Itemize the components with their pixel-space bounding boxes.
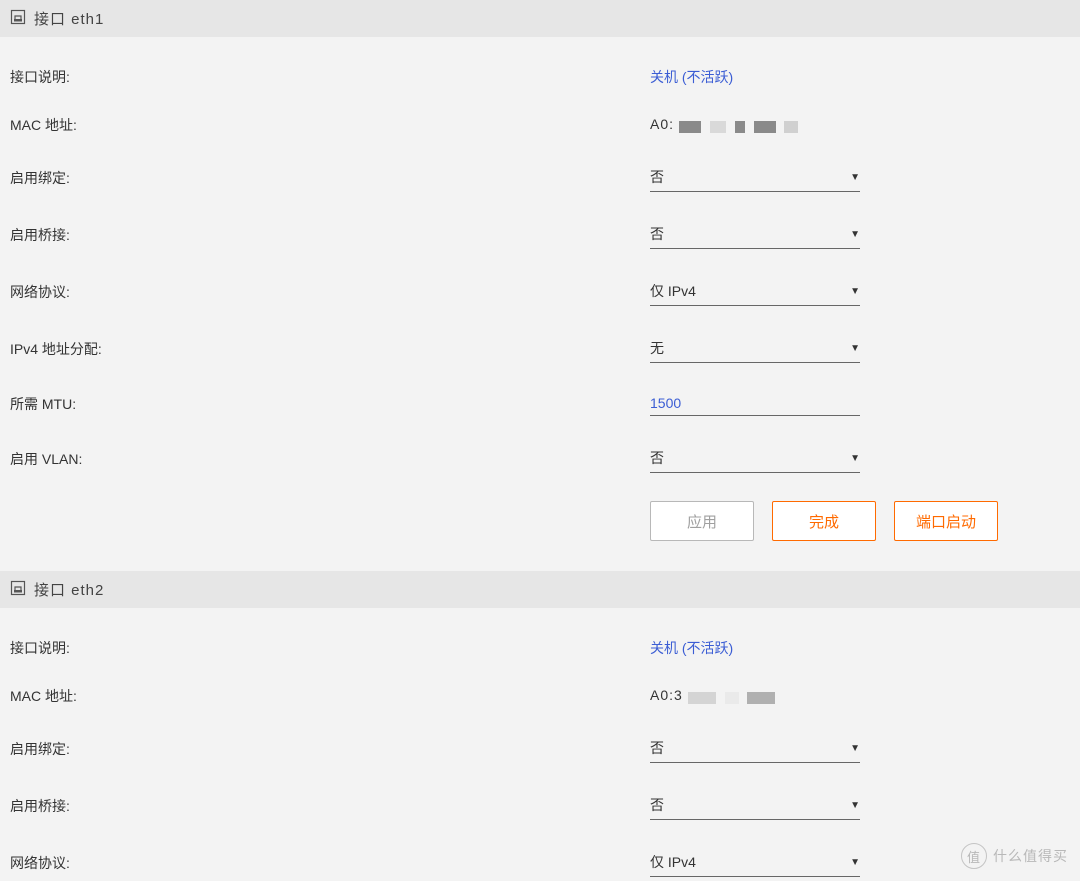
button-row: 应用 完成 端口启动 [10,501,1070,541]
row-bonding: 启用绑定: 否 ▼ [10,163,1070,192]
mac-prefix: A0: [650,116,674,132]
port-up-button[interactable]: 端口启动 [894,501,998,541]
chevron-down-icon: ▼ [850,800,860,811]
label-bridging: 启用桥接: [10,225,650,245]
value-status: 关机 (不活跃) [650,67,860,87]
chevron-down-icon: ▼ [850,743,860,754]
section-header-eth1: 接口 eth1 [0,0,1080,37]
label-status: 接口说明: [10,638,650,658]
label-mac: MAC 地址: [10,686,650,706]
row-mtu: 所需 MTU: [10,391,1070,416]
section-body-eth1: 接口说明: 关机 (不活跃) MAC 地址: A0: 启用绑定: 否 ▼ 启用桥… [0,37,1080,571]
watermark-text: 什么值得买 [993,846,1068,866]
label-bonding: 启用绑定: [10,739,650,759]
select-vlan[interactable]: 否 ▼ [650,444,860,473]
section-body-eth2: 接口说明: 关机 (不活跃) MAC 地址: A0:3 启用绑定: 否 ▼ 启用… [0,608,1080,877]
row-bonding: 启用绑定: 否 ▼ [10,734,1070,763]
chevron-down-icon: ▼ [850,343,860,354]
chevron-down-icon: ▼ [850,453,860,464]
label-mtu: 所需 MTU: [10,394,650,414]
label-mac: MAC 地址: [10,115,650,135]
row-bridging: 启用桥接: 否 ▼ [10,220,1070,249]
row-protocol: 网络协议: 仅 IPv4 ▼ [10,848,1070,877]
select-bridging[interactable]: 否 ▼ [650,220,860,249]
chevron-down-icon: ▼ [850,229,860,240]
row-status: 接口说明: 关机 (不活跃) [10,67,1070,87]
section-title: 接口 eth1 [34,8,104,29]
chevron-down-icon: ▼ [850,857,860,868]
label-vlan: 启用 VLAN: [10,449,650,469]
select-bonding-value: 否 [650,167,664,187]
value-mac: A0:3 [650,687,860,704]
done-button[interactable]: 完成 [772,501,876,541]
select-protocol-value: 仅 IPv4 [650,281,696,301]
select-ipv4assign[interactable]: 无 ▼ [650,334,860,363]
select-protocol[interactable]: 仅 IPv4 ▼ [650,277,860,306]
apply-button: 应用 [650,501,754,541]
select-bonding[interactable]: 否 ▼ [650,163,860,192]
row-vlan: 启用 VLAN: 否 ▼ [10,444,1070,473]
row-ipv4assign: IPv4 地址分配: 无 ▼ [10,334,1070,363]
select-bridging-value: 否 [650,224,664,244]
interface-icon [10,580,26,600]
mac-mask [679,118,803,134]
select-ipv4assign-value: 无 [650,338,664,358]
select-bonding[interactable]: 否 ▼ [650,734,860,763]
row-status: 接口说明: 关机 (不活跃) [10,638,1070,658]
label-protocol: 网络协议: [10,282,650,302]
row-bridging: 启用桥接: 否 ▼ [10,791,1070,820]
label-bridging: 启用桥接: [10,796,650,816]
chevron-down-icon: ▼ [850,172,860,183]
value-mac: A0: [650,116,860,133]
chevron-down-icon: ▼ [850,286,860,297]
input-mtu[interactable] [650,391,860,416]
watermark-badge: 值 [961,843,987,869]
interface-icon [10,9,26,29]
mac-prefix: A0:3 [650,687,683,703]
select-vlan-value: 否 [650,448,664,468]
watermark: 值 什么值得买 [961,843,1068,869]
row-mac: MAC 地址: A0:3 [10,686,1070,706]
select-bridging[interactable]: 否 ▼ [650,791,860,820]
row-mac: MAC 地址: A0: [10,115,1070,135]
select-bridging-value: 否 [650,795,664,815]
section-header-eth2: 接口 eth2 [0,571,1080,608]
mac-mask [688,689,780,705]
label-bonding: 启用绑定: [10,168,650,188]
label-status: 接口说明: [10,67,650,87]
label-protocol: 网络协议: [10,853,650,873]
value-status: 关机 (不活跃) [650,638,860,658]
label-ipv4assign: IPv4 地址分配: [10,339,650,359]
select-protocol[interactable]: 仅 IPv4 ▼ [650,848,860,877]
row-protocol: 网络协议: 仅 IPv4 ▼ [10,277,1070,306]
select-protocol-value: 仅 IPv4 [650,852,696,872]
section-title: 接口 eth2 [34,579,104,600]
select-bonding-value: 否 [650,738,664,758]
